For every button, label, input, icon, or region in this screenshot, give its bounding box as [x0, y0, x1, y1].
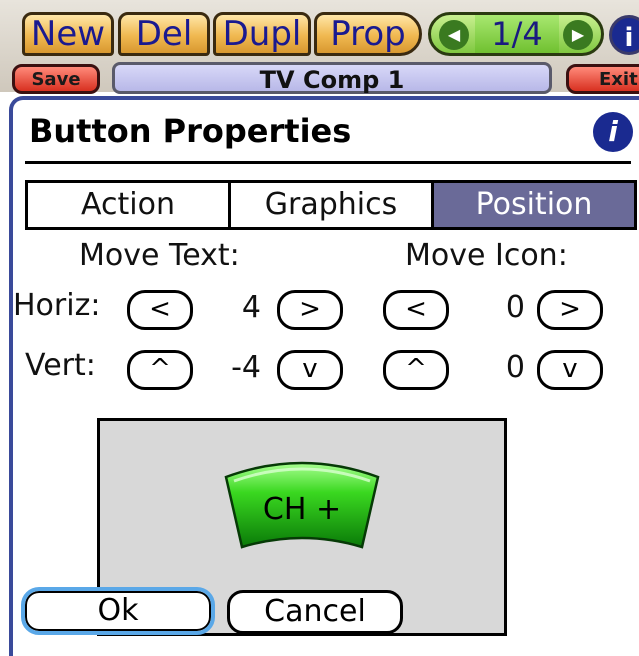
page-navigator: ◀ 1/4 ▶	[428, 12, 604, 56]
text-vert-value: -4	[231, 350, 261, 385]
device-title: TV Comp 1	[112, 62, 552, 94]
icon-vert-value: 0	[505, 350, 525, 385]
info-icon[interactable]: i	[593, 112, 633, 152]
preview-button-label: CH +	[262, 492, 342, 527]
duplicate-button[interactable]: Dupl	[213, 12, 311, 56]
new-button[interactable]: New	[22, 12, 114, 56]
icon-horiz-value: 0	[505, 290, 525, 325]
delete-button[interactable]: Del	[118, 12, 210, 56]
horiz-label: Horiz:	[13, 288, 101, 323]
tab-graphics[interactable]: Graphics	[228, 183, 431, 227]
text-move-up-button[interactable]: ^	[127, 350, 193, 390]
icon-move-right-button[interactable]: >	[537, 290, 603, 330]
text-move-left-button[interactable]: <	[127, 290, 193, 330]
info-icon[interactable]: i	[609, 15, 639, 55]
text-move-right-button[interactable]: >	[277, 290, 343, 330]
cancel-button[interactable]: Cancel	[227, 590, 403, 634]
icon-move-down-button[interactable]: v	[537, 350, 603, 390]
text-move-down-button[interactable]: v	[277, 350, 343, 390]
move-text-label: Move Text:	[79, 238, 240, 273]
arrow-left-icon[interactable]: ◀	[439, 20, 469, 50]
page-indicator: 1/4	[475, 15, 559, 53]
text-horiz-value: 4	[241, 290, 261, 325]
arrow-right-icon[interactable]: ▶	[563, 20, 593, 50]
exit-button[interactable]: Exit	[566, 64, 639, 94]
tab-action[interactable]: Action	[28, 183, 228, 227]
save-button[interactable]: Save	[12, 64, 100, 94]
move-icon-label: Move Icon:	[405, 238, 568, 273]
icon-move-left-button[interactable]: <	[383, 290, 449, 330]
icon-move-up-button[interactable]: ^	[383, 350, 449, 390]
app-toolbar: New Del Dupl Prop ◀ 1/4 ▶ i Save TV Comp…	[0, 0, 639, 94]
title-divider	[25, 161, 631, 164]
properties-button[interactable]: Prop	[314, 12, 422, 56]
ok-button[interactable]: Ok	[21, 587, 215, 635]
tab-bar: Action Graphics Position	[25, 180, 637, 230]
button-properties-dialog: Button Properties i Action Graphics Posi…	[9, 96, 639, 656]
dialog-title: Button Properties	[29, 112, 352, 150]
tab-position[interactable]: Position	[431, 183, 634, 227]
vert-label: Vert:	[25, 348, 96, 383]
